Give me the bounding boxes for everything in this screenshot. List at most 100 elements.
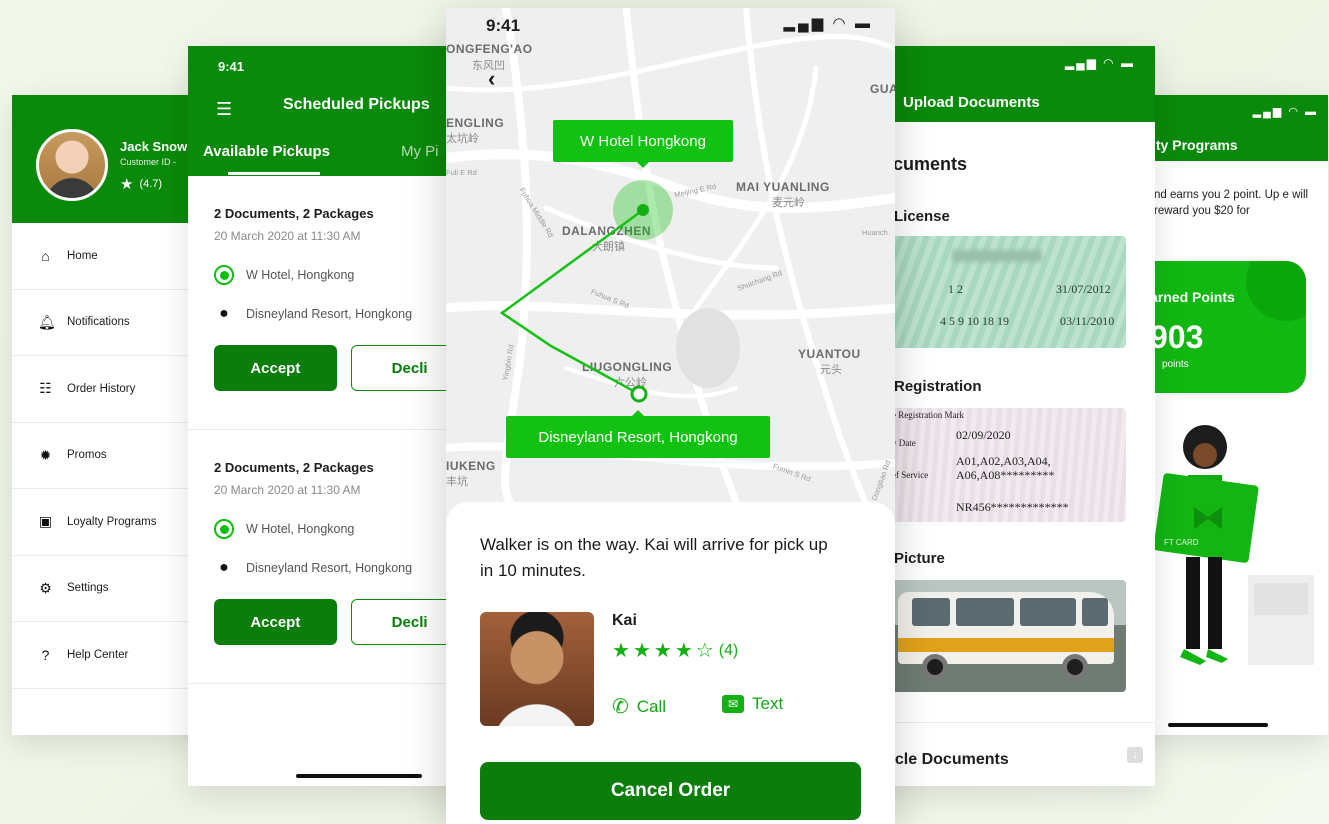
cancel-order-button[interactable]: Cancel Order <box>480 762 861 820</box>
text-button[interactable]: ✉ Text <box>722 694 783 714</box>
pickup-to: ● Disneyland Resort, Hongkong <box>214 559 478 577</box>
menu-item-notifications[interactable]: 🔔︎ Notifications <box>12 290 212 356</box>
from-label: W Hotel, Hongkong <box>246 268 355 282</box>
earned-points-card: arned Points 903 points <box>1150 261 1306 393</box>
to-label: Disneyland Resort, Hongkong <box>246 307 413 321</box>
customer-id: Customer ID - <box>120 157 177 167</box>
loyalty-header: ▂▄▆ ◠ ▬ lty Programs <box>1130 95 1328 161</box>
download-icon[interactable]: ↓ <box>1127 747 1143 763</box>
gear-icon: ⚙ <box>39 579 52 596</box>
menu-item-settings[interactable]: ⚙ Settings <box>12 556 212 622</box>
avatar[interactable] <box>36 129 108 201</box>
dropoff-marker-label[interactable]: Disneyland Resort, Hongkong <box>506 410 770 458</box>
to-label: Disneyland Resort, Hongkong <box>246 561 413 575</box>
tracking-screen: 9:41 ▂▄▆ ◠ ▬ ‹ ONGFENG'AO 东风凹 ENGLING 太坑… <box>446 8 895 824</box>
card-actions: Accept Decli <box>214 599 478 645</box>
menu-item-promos[interactable]: ✹ Promos <box>12 423 212 489</box>
van-window <box>1082 598 1108 626</box>
license-image[interactable]: 1 2 31/07/2012 4 5 9 10 18 19 03/11/2010 <box>892 236 1126 348</box>
user-rating: ★ (4.7) <box>120 175 162 193</box>
star-icon: ★ <box>653 640 672 662</box>
van-shape <box>898 592 1114 664</box>
call-button[interactable]: ✆ Call <box>612 694 666 719</box>
help-icon: ? <box>41 646 50 663</box>
accept-button[interactable]: Accept <box>214 345 337 391</box>
svg-text:FT CARD: FT CARD <box>1164 538 1199 547</box>
profile-header: Jack Snow Customer ID - ★ (4.7) <box>12 95 212 223</box>
license-field: 03/11/2010 <box>1060 314 1115 328</box>
cycle-documents-row[interactable]: ycle Documents ↓ <box>870 722 1155 786</box>
from-label: W Hotel, Hongkong <box>246 522 355 536</box>
pickups-screen: 9:41 ☰ Scheduled Pickups Available Picku… <box>188 46 478 786</box>
license-label: License <box>894 208 950 225</box>
menu-item-label: Promos <box>67 449 107 462</box>
driver-rating: ★ ★ ★ ★ ☆ (4) <box>612 638 738 663</box>
picture-label: Picture <box>894 550 945 567</box>
active-tab-indicator <box>228 172 320 175</box>
card-actions: Accept Decli <box>214 345 478 391</box>
home-indicator <box>1168 723 1268 727</box>
pickup-to: ● Disneyland Resort, Hongkong <box>214 305 478 323</box>
menu-item-order-history[interactable]: ☷ Order History <box>12 356 212 423</box>
map[interactable]: 9:41 ▂▄▆ ◠ ▬ ‹ ONGFENG'AO 东风凹 ENGLING 太坑… <box>446 8 895 528</box>
origin-dot-icon <box>214 519 234 539</box>
pickup-title: 2 Documents, 2 Packages <box>214 206 374 221</box>
menu-item-label: Help Center <box>67 648 129 661</box>
eta-message: Walker is on the way. Kai will arrive fo… <box>480 535 828 580</box>
van-window <box>956 598 1014 626</box>
phone-icon: ✆ <box>612 696 629 718</box>
star-outline-icon: ☆ <box>695 640 714 662</box>
pickup-from: W Hotel, Hongkong <box>214 519 478 539</box>
license-field: 4 5 9 10 18 19 <box>940 314 1009 328</box>
ticket-icon: ▣ <box>38 513 53 530</box>
home-icon: ⌂ <box>41 247 50 264</box>
van-window <box>912 598 950 626</box>
rating-value: (4.7) <box>139 178 163 190</box>
vehicle-picture[interactable] <box>892 580 1126 692</box>
promo-badge-icon: ✹ <box>39 446 52 463</box>
pickup-card: 2 Documents, 2 Packages 20 March 2020 at… <box>188 430 478 684</box>
message-icon: ✉ <box>722 695 744 713</box>
van-wheel <box>922 654 948 680</box>
drawer-screen: Jack Snow Customer ID - ★ (4.7) ⌂ Home 🔔︎… <box>12 95 212 735</box>
reg-field: 02/09/2020 <box>956 428 1011 442</box>
driver-panel: Walker is on the way. Kai will arrive fo… <box>446 502 895 824</box>
pickup-from: W Hotel, Hongkong <box>214 265 478 285</box>
pickups-header: 9:41 ☰ Scheduled Pickups Available Picku… <box>188 46 478 176</box>
tab-my-pickups[interactable]: My Pi <box>401 143 439 160</box>
menu-item-label: Settings <box>67 582 109 595</box>
menu-item-home[interactable]: ⌂ Home <box>12 223 212 290</box>
menu-item-label: Home <box>67 249 98 262</box>
gift-card-illustration: FT CARD <box>1153 425 1314 665</box>
rating-count: (4) <box>718 641 739 659</box>
tab-available-pickups[interactable]: Available Pickups <box>203 143 330 160</box>
signal-wifi-battery-icon: ▂▄▆ ◠ ▬ <box>1064 56 1135 70</box>
pickup-date: 20 March 2020 at 11:30 AM <box>214 483 361 497</box>
registration-image[interactable]: e Registration Mark y Date 02/09/2020 ef… <box>892 408 1126 522</box>
driver-photo <box>480 612 594 726</box>
accept-button[interactable]: Accept <box>214 599 337 645</box>
menu-item-loyalty[interactable]: ▣ Loyalty Programs <box>12 489 212 556</box>
van-wheel <box>1062 654 1088 680</box>
star-icon: ★ <box>632 640 651 662</box>
reg-field: y Date <box>892 438 916 448</box>
page-title: Upload Documents <box>903 94 1040 111</box>
home-indicator <box>296 774 422 778</box>
reg-field: ef Service <box>892 470 929 480</box>
drawer-menu: ⌂ Home 🔔︎ Notifications ☷ Order History ✹ Pr… <box>12 223 212 689</box>
bell-icon: 🔔︎ <box>38 313 56 330</box>
menu-item-help-center[interactable]: ? Help Center <box>12 622 212 689</box>
van-window <box>1020 598 1076 626</box>
points-unit: points <box>1162 359 1189 370</box>
menu-icon[interactable]: ☰ <box>216 99 232 120</box>
origin-dot-icon <box>214 265 234 285</box>
star-icon: ★ <box>612 640 630 662</box>
page-title: lty Programs <box>1152 137 1238 153</box>
loyalty-description: nd earns you 2 point. Up e will reward y… <box>1154 189 1309 217</box>
registration-label: Registration <box>894 378 982 395</box>
pickup-date: 20 March 2020 at 11:30 AM <box>214 229 361 243</box>
license-field: 31/07/2012 <box>1056 282 1111 296</box>
pickup-marker-label[interactable]: W Hotel Hongkong <box>553 120 733 168</box>
license-field: 1 2 <box>948 282 963 296</box>
points-label: arned Points <box>1150 289 1235 305</box>
